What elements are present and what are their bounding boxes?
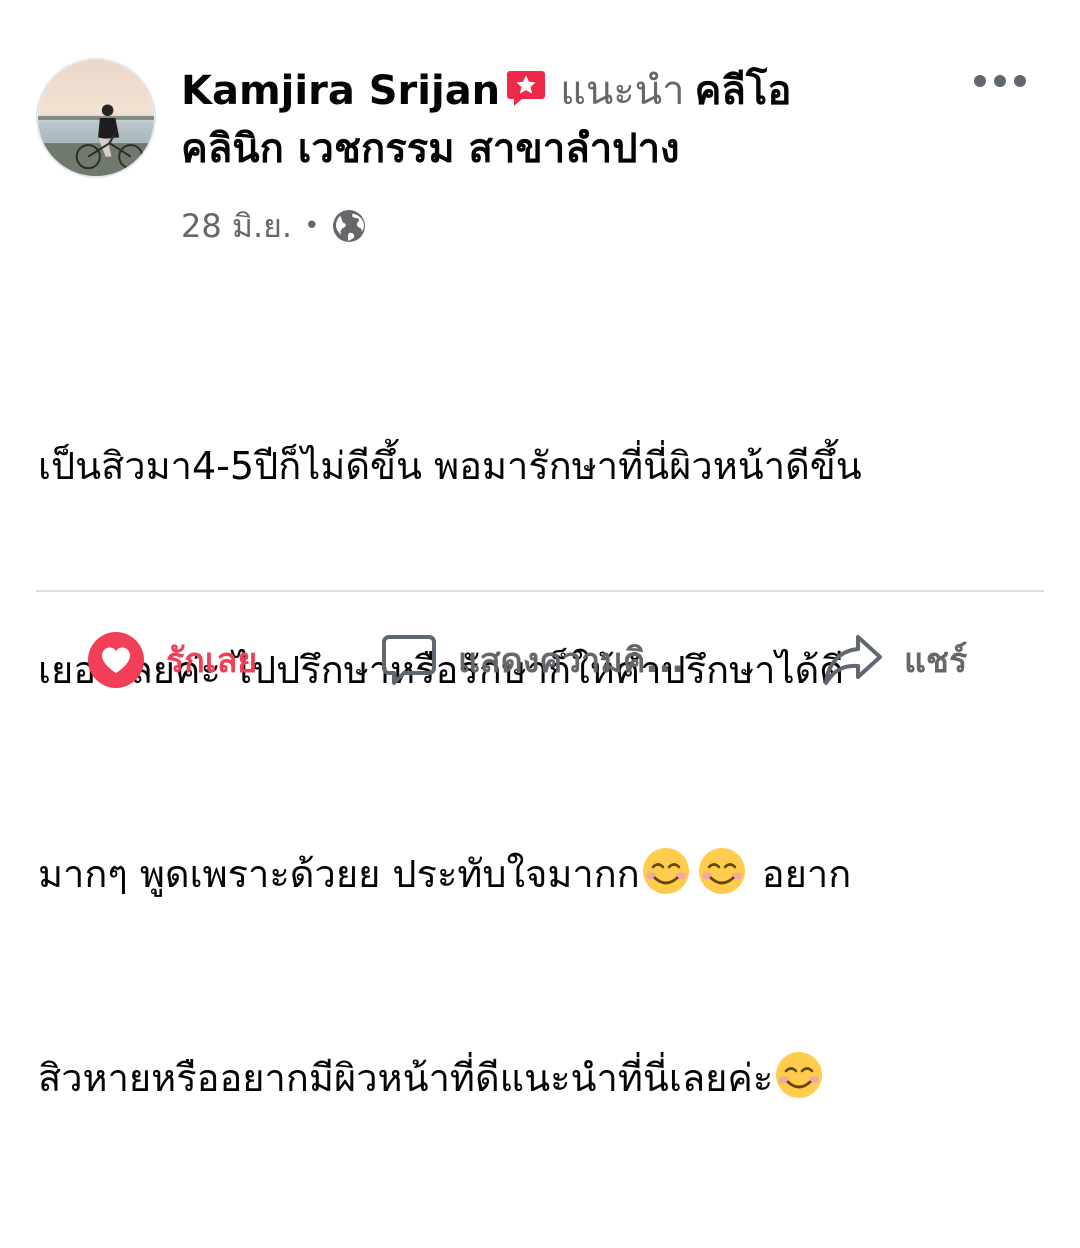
divider	[36, 590, 1044, 592]
meta-separator: •	[304, 211, 320, 241]
post-body: เป็นสิวมา4-5ปีก็ไม่ดีขึ้น พอมารักษาที่นี…	[38, 296, 1048, 1248]
comment-button[interactable]: แสดงความคิ...	[380, 615, 684, 705]
body-line-text: มากๆ พูดเพราะด้วยย ประทับใจมากก	[38, 852, 640, 896]
page-name-part2[interactable]: คลินิก เวชกรรม สาขาลำปาง	[181, 126, 680, 172]
avatar[interactable]	[36, 58, 156, 178]
post-date[interactable]: 28 มิ.ย.	[181, 201, 292, 252]
smiling-face-emoji-icon	[773, 1049, 825, 1101]
recommends-label: แนะนำ	[560, 68, 685, 114]
share-button[interactable]: แชร์	[822, 615, 967, 705]
share-label: แชร์	[904, 641, 968, 681]
author-name[interactable]: Kamjira Srijan	[181, 68, 500, 114]
facebook-post: Kamjira Srijan แนะนำ คลีโอคลินิก เวชกรรม ส…	[0, 0, 1080, 1100]
globe-icon[interactable]	[331, 208, 367, 244]
body-line-with-emoji: มากๆ พูดเพราะด้วยย ประทับใจมากก อยาก	[38, 840, 1048, 908]
love-label: รักเลย	[166, 641, 258, 681]
body-line-with-emoji: สิวหายหรืออยากมีผิวหน้าที่ดีแนะนำที่นี่เ…	[38, 1044, 1048, 1112]
smiling-face-emoji-icon	[696, 845, 748, 897]
page-name-part1[interactable]: คลีโอ	[695, 68, 792, 114]
smiling-face-emoji-icon	[640, 845, 692, 897]
share-arrow-icon	[822, 631, 884, 689]
comment-label: แสดงความคิ...	[458, 641, 685, 681]
body-line-text: อยาก	[761, 852, 852, 896]
recommend-star-icon	[506, 68, 546, 108]
comment-bubble-icon	[380, 631, 438, 689]
avatar-photo	[38, 60, 154, 176]
love-heart-icon	[86, 630, 146, 690]
more-options-button[interactable]	[972, 66, 1028, 96]
body-line: เป็นสิวมา4-5ปีก็ไม่ดีขึ้น พอมารักษาที่นี…	[38, 444, 862, 488]
post-header: Kamjira Srijan แนะนำ คลีโอคลินิก เวชกรรม ส…	[181, 62, 861, 178]
action-bar: รักเลย แสดงความคิ... แชร์	[0, 615, 1080, 705]
body-line-text: สิวหายหรืออยากมีผิวหน้าที่ดีแนะนำที่นี่เ…	[38, 1056, 774, 1100]
ellipsis-icon	[974, 75, 1026, 87]
love-reaction-button[interactable]: รักเลย	[86, 615, 257, 705]
post-meta: 28 มิ.ย. •	[181, 204, 367, 248]
